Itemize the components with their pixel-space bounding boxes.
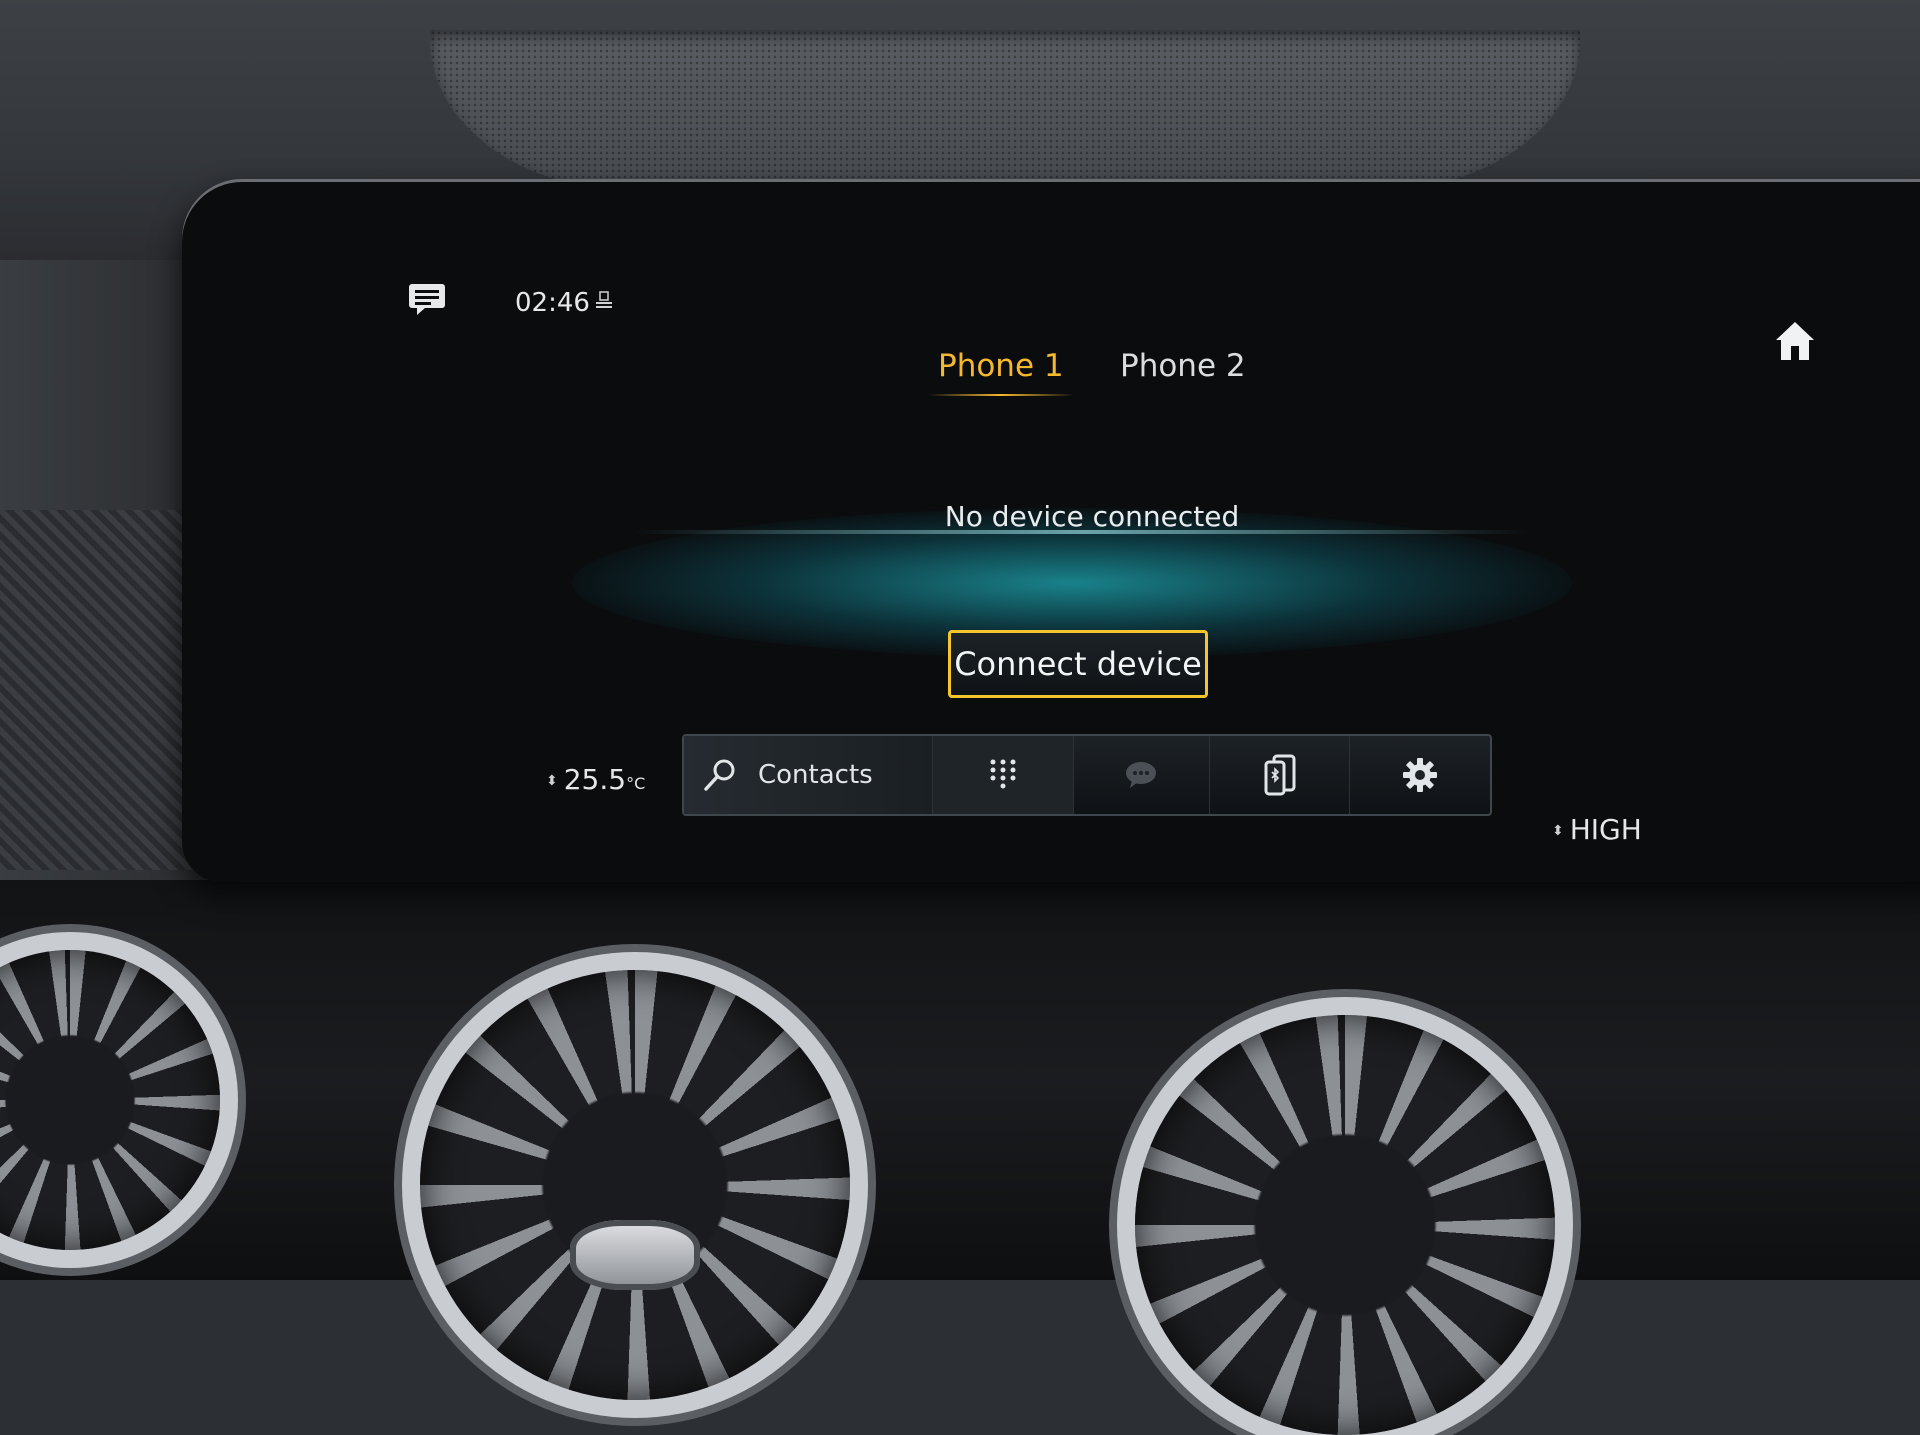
air-vent-right[interactable] (1135, 1015, 1555, 1435)
settings-button[interactable] (1350, 736, 1490, 814)
phone-toolbar: Contacts (682, 734, 1492, 816)
phone-device-icon (1264, 754, 1296, 796)
air-vent-left[interactable] (0, 950, 220, 1250)
message-bubble-icon (1126, 762, 1157, 788)
fan-level-value: HIGH (1569, 813, 1642, 846)
connection-status-text: No device connected (944, 500, 1240, 533)
connect-device-button[interactable]: Connect device (948, 630, 1208, 698)
home-button[interactable] (1750, 306, 1840, 376)
air-vent-center[interactable] (420, 970, 850, 1400)
up-down-arrows-icon: ⬍ (1552, 823, 1564, 839)
contacts-label: Contacts (758, 760, 873, 790)
device-manager-button[interactable] (1210, 736, 1351, 814)
left-temperature-value: 25.5 (563, 763, 627, 796)
message-icon (409, 284, 445, 315)
contacts-search-button[interactable]: Contacts (684, 736, 934, 814)
infotainment-screen: 02:46 Phone 1 Phone 2 No device connecte… (372, 268, 1920, 848)
dialpad-icon (990, 759, 1016, 789)
temperature-unit: °C (626, 774, 646, 793)
messages-button[interactable] (404, 282, 450, 316)
left-temperature[interactable]: ⬍ 25.5°C (546, 763, 645, 796)
home-icon (1776, 322, 1814, 360)
speaker-grille (430, 30, 1580, 190)
tab-phone-1[interactable]: Phone 1 (928, 348, 1074, 396)
search-icon (704, 759, 735, 791)
fan-level[interactable]: ⬍ HIGH (1552, 813, 1642, 846)
dashboard-bottom (0, 880, 1920, 1435)
tab-phone-2[interactable]: Phone 2 (1120, 348, 1246, 396)
4g-signal-icon (594, 290, 614, 312)
clock: 02:46 (515, 288, 590, 318)
up-down-arrows-icon: ⬍ (546, 773, 558, 789)
dialpad-button[interactable] (933, 736, 1075, 814)
carbon-trim (0, 510, 200, 870)
messages-tool-button[interactable] (1074, 736, 1210, 814)
gear-icon (1403, 758, 1438, 792)
